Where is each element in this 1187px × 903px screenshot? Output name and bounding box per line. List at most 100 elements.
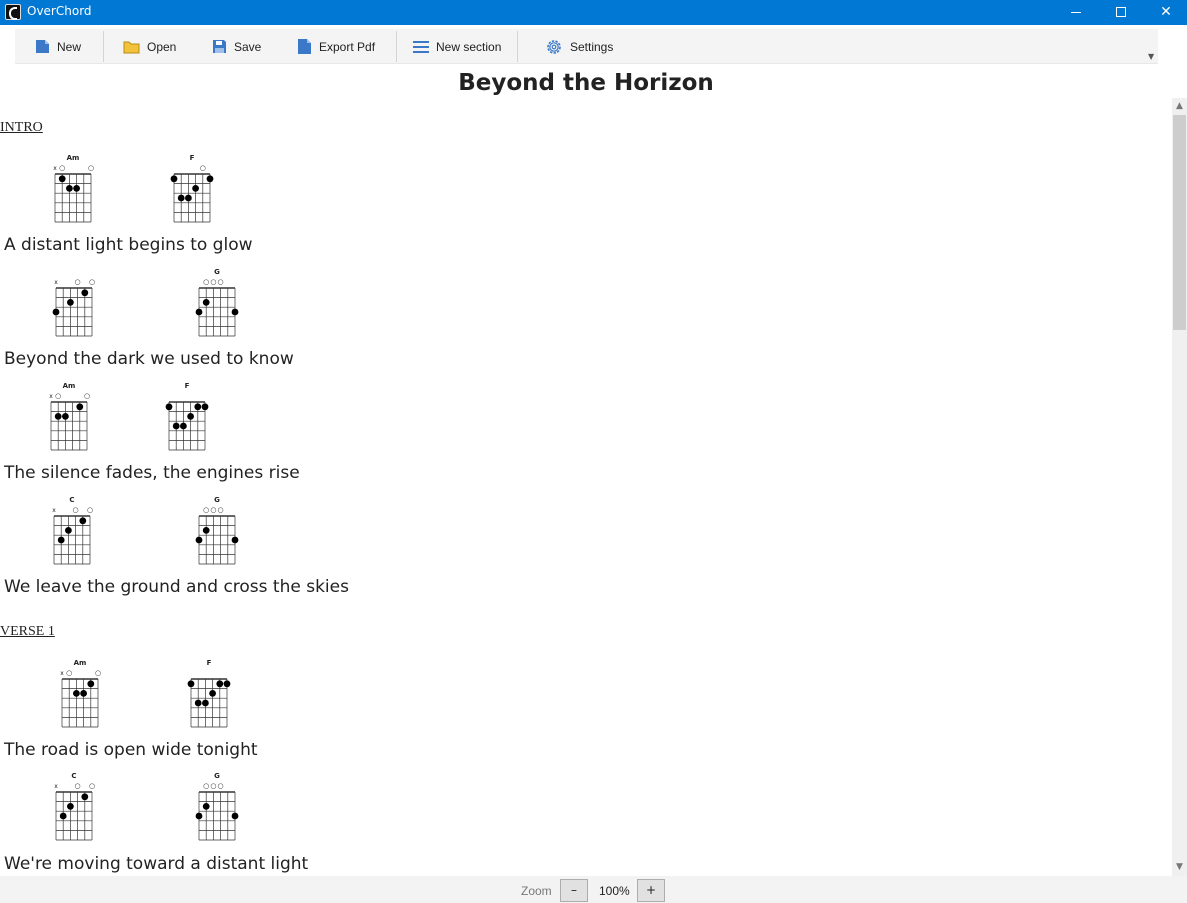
finger-dot (195, 308, 203, 316)
finger-dot (170, 175, 178, 183)
chord-diagram: F (165, 382, 209, 451)
scroll-up-arrow-icon[interactable]: ▲ (1172, 98, 1187, 115)
open-string-marker: ○ (203, 506, 209, 514)
muted-string-marker: x (52, 507, 56, 514)
open-button-label: Open (147, 39, 177, 54)
finger-dot (54, 413, 62, 420)
chord-name: C (71, 772, 76, 780)
chord-name: F (185, 382, 190, 390)
finger-dot (165, 403, 173, 411)
open-string-marker: ○ (87, 506, 93, 514)
open-string-marker: ○ (88, 164, 94, 172)
finger-dot (195, 536, 203, 544)
finger-dot (194, 403, 202, 411)
finger-dot (185, 194, 192, 202)
folder-icon (123, 41, 140, 53)
scroll-down-arrow-icon[interactable]: ▼ (1172, 859, 1187, 876)
open-string-marker: ○ (200, 164, 206, 172)
toolbar: New Open Save Export Pdf New section Set… (15, 29, 1158, 64)
lyric-line[interactable]: We leave the ground and cross the skies (4, 577, 349, 597)
maximize-button[interactable] (1098, 0, 1144, 25)
zoom-in-button[interactable]: + (637, 879, 665, 902)
song-title: Beyond the Horizon (458, 70, 714, 96)
chord-diagram: Amx ○ ○ (53, 154, 94, 223)
finger-dot (52, 308, 60, 316)
toolbar-separator (396, 31, 397, 62)
export-pdf-button-label: Export Pdf (319, 39, 376, 54)
chord-name: Am (63, 382, 76, 390)
finger-dot (194, 699, 202, 707)
lyric-line[interactable]: We're moving toward a distant light (4, 854, 308, 874)
chord-name: C (69, 496, 74, 504)
title-bar: OverChord ✕ (0, 0, 1187, 25)
close-button[interactable]: ✕ (1143, 0, 1187, 25)
finger-dot (223, 680, 231, 688)
open-string-marker: ○ (218, 278, 224, 286)
toolbar-overflow-icon[interactable]: ▼ (1148, 52, 1154, 61)
new-section-button[interactable]: New section (413, 29, 501, 64)
lyric-line[interactable]: Beyond the dark we used to know (4, 349, 294, 369)
finger-dot (59, 812, 67, 820)
new-button[interactable]: New (35, 29, 81, 64)
muted-string-marker: x (54, 783, 58, 790)
muted-string-marker: x (60, 670, 64, 677)
finger-dot (187, 413, 194, 420)
zoom-label: Zoom (521, 884, 552, 898)
chord-diagram: Amx ○ ○ (49, 382, 90, 451)
finger-dot (79, 517, 87, 525)
open-string-marker: ○ (218, 506, 224, 514)
section-label-intro[interactable]: INTRO (0, 120, 43, 136)
close-icon: ✕ (1160, 4, 1172, 20)
chord-diagram: x ○ ○ (52, 278, 95, 337)
finger-dot (62, 413, 69, 420)
save-disk-icon (213, 40, 226, 53)
settings-button[interactable]: Settings (545, 29, 613, 64)
open-string-marker: ○ (73, 506, 79, 514)
open-string-marker: ○ (55, 392, 61, 400)
zoom-value: 100% (599, 884, 630, 898)
open-string-marker: ○ (203, 278, 209, 286)
lines-icon (413, 40, 429, 53)
open-button[interactable]: Open (123, 29, 176, 64)
finger-dot (202, 803, 210, 810)
lyric-line[interactable]: The silence fades, the engines rise (4, 463, 300, 483)
finger-dot (231, 536, 239, 544)
overchord-logo-icon (5, 4, 21, 20)
finger-dot (67, 803, 74, 810)
section-label-verse-1[interactable]: VERSE 1 (0, 624, 55, 640)
open-string-marker: ○ (89, 278, 95, 286)
lyric-line[interactable]: The road is open wide tonight (4, 740, 258, 760)
muted-string-marker: x (53, 165, 57, 172)
status-bar: Zoom – 100% + (0, 876, 1187, 903)
export-pdf-button[interactable]: Export Pdf (297, 29, 375, 64)
finger-dot (73, 690, 80, 697)
finger-dot (202, 699, 209, 707)
finger-dot (65, 527, 72, 534)
chord-diagram: Cx ○ ○ (54, 772, 95, 841)
finger-dot (76, 403, 84, 411)
new-button-label: New (57, 39, 82, 54)
minimize-button[interactable] (1053, 0, 1099, 25)
fretboard-grid (198, 287, 236, 337)
finger-dot (87, 680, 95, 688)
finger-dot (201, 403, 209, 411)
open-string-marker: ○ (75, 782, 81, 790)
lyric-line[interactable]: A distant light begins to glow (4, 235, 253, 255)
chord-name: G (214, 268, 220, 276)
chord-name: Am (74, 659, 87, 667)
save-button[interactable]: Save (212, 29, 261, 64)
chord-name: G (214, 496, 220, 504)
fretboard-grid (198, 515, 236, 565)
scroll-thumb[interactable] (1173, 115, 1186, 330)
open-string-marker: ○ (89, 782, 95, 790)
chord-name: Am (67, 154, 80, 162)
zoom-out-button[interactable]: – (560, 879, 588, 902)
chord-diagram: F (187, 659, 231, 728)
finger-dot (195, 812, 203, 820)
chord-diagram: Cx ○ ○ (52, 496, 93, 565)
open-string-marker: ○ (59, 164, 65, 172)
finger-dot (192, 185, 199, 192)
finger-dot (66, 185, 73, 192)
toolbar-separator (103, 31, 104, 62)
vertical-scrollbar[interactable]: ▲ ▼ (1172, 98, 1187, 876)
